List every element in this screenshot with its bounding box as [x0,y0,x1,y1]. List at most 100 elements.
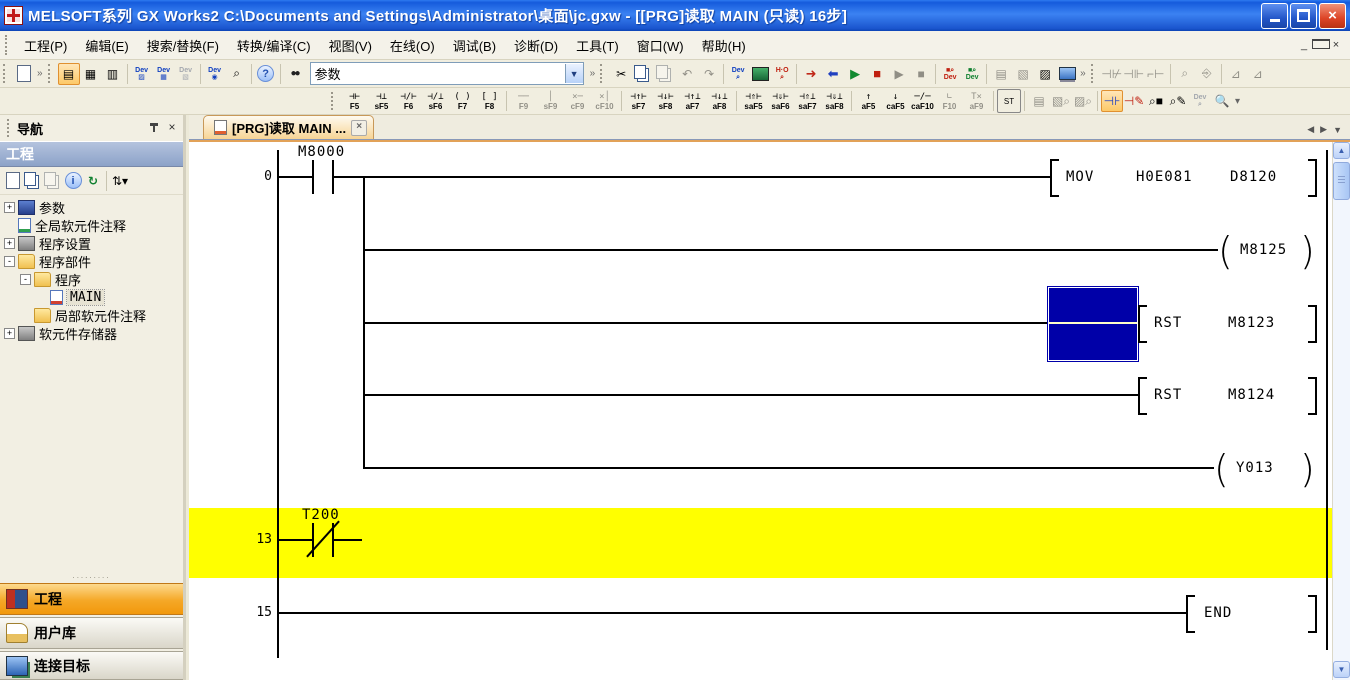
monitor-start-all-button[interactable]: ▶ [888,63,910,85]
invert-result-button[interactable]: ─/─caF10 [909,89,936,113]
function-block-selection-button[interactable]: ▦ [80,63,102,85]
closed-branch-button[interactable]: ⊣/⊥sF6 [422,89,449,113]
edit-vertical-line-button[interactable]: ⌕ [1174,63,1196,85]
monitor-start-button[interactable]: ▶ [844,63,866,85]
mdi-restore-button[interactable] [1312,39,1328,52]
device-test-write-button[interactable]: ■⌕Dev [939,63,961,85]
sort-dropdown-button[interactable]: ⇅▾ [110,171,130,191]
minimize-button[interactable] [1261,3,1288,29]
ladder-read-mode-button[interactable]: ⊣⊦ [1101,90,1123,112]
write-to-plc-button[interactable]: ➜ [800,63,822,85]
open-contact-button[interactable]: ⊣⊢F5 [341,89,368,113]
menu-debug[interactable]: 调试(B) [444,32,505,59]
statement-insert-button[interactable]: ▤ [990,63,1012,85]
new-item-button[interactable] [3,171,23,191]
read-from-plc-button[interactable]: ⬅ [822,63,844,85]
tab-scroll-left-icon[interactable]: ◀ [1307,124,1314,135]
menu-help[interactable]: 帮助(H) [693,32,755,59]
scroll-up-icon[interactable]: ▲ [1333,142,1350,159]
device-comment-find-button[interactable]: Dev⌕ [727,63,749,85]
output-window-button[interactable]: ▥ [102,63,124,85]
edit-line-insert-button[interactable]: ⊣⊬ [1101,63,1123,85]
invert-operation-falling-button[interactable]: ↓caF5 [882,89,909,113]
device-comment-button[interactable]: Dev▨ [131,63,153,85]
edit-line-delete-button[interactable]: ⊣⊩ [1123,63,1145,85]
horizontal-line-button[interactable]: ──F9 [510,89,537,113]
branch-line-button[interactable]: ∟F10 [936,89,963,113]
tree-item-device-memory[interactable]: + 软元件存储器 [0,324,183,342]
menu-edit[interactable]: 编辑(E) [76,32,137,59]
edit-note-button[interactable]: ▧⌕ [1050,90,1072,112]
application-instruction-button[interactable]: [ ]F8 [476,89,503,113]
menu-online[interactable]: 在线(O) [381,32,444,59]
property-button[interactable]: i [63,171,83,191]
tree-item-pou[interactable]: - 程序部件 [0,252,183,270]
copy-item-button[interactable] [23,171,43,191]
redo-button[interactable]: ↷ [698,63,720,85]
falling-pulse-close-branch-button[interactable]: ⊣⇓⊥saF8 [821,89,848,113]
monitor-mode-button[interactable]: ⌕■ [1145,90,1167,112]
open-branch-button[interactable]: ⊣⊥sF5 [368,89,395,113]
falling-pulse-close-button[interactable]: ⊣⇓⊢saF6 [767,89,794,113]
toolbar-overflow-chevron[interactable]: ▾ [1235,96,1240,107]
tree-item-local-comment[interactable]: 局部软元件注释 [0,306,183,324]
menu-diagnostics[interactable]: 诊断(D) [505,32,567,59]
falling-pulse-button[interactable]: ⊣↓⊢sF8 [652,89,679,113]
monitor-stop-all-button[interactable]: ■ [910,63,932,85]
edit-jump-button[interactable]: ⎆ [1196,63,1218,85]
expander-icon[interactable]: + [4,238,15,249]
device-display-button[interactable]: Dev⌕ [1189,90,1211,112]
navigation-window-toggle[interactable]: ▤ [58,63,80,85]
menu-view[interactable]: 视图(V) [320,32,381,59]
scroll-down-icon[interactable]: ▼ [1333,661,1350,678]
tree-item-program[interactable]: - 程序 [0,270,183,288]
connection-destination-view-button[interactable]: 连接目标 [0,651,183,680]
expander-icon[interactable]: + [4,328,15,339]
toolbar-overflow-chevron[interactable]: » [1080,68,1086,79]
mdi-close-button[interactable]: × [1328,39,1344,51]
help-button[interactable]: ? [255,63,277,85]
expander-icon[interactable]: - [20,274,31,285]
tab-close-icon[interactable]: × [351,120,367,136]
comment-edit-button[interactable]: ⊿ [1225,63,1247,85]
mdi-minimize-button[interactable]: _ [1296,39,1312,51]
device-memory-button[interactable]: Dev▦ [153,63,175,85]
rising-pulse-button[interactable]: ⊣↑⊢sF7 [625,89,652,113]
note-insert-button[interactable]: ▧ [1012,63,1034,85]
tab-main-program[interactable]: [PRG]读取 MAIN ... × [203,115,374,139]
search-keyword-combobox[interactable]: 参数 ▼ [310,62,584,85]
zoom-button[interactable]: 🔍 [1211,90,1233,112]
falling-pulse-branch-button[interactable]: ⊣↓⊥aF8 [706,89,733,113]
tree-item-global-comment[interactable]: 全局软元件注释 [0,216,183,234]
user-library-view-button[interactable]: 用户库 [0,617,183,649]
monitor-write-mode-button[interactable]: ⌕✎ [1167,90,1189,112]
tree-item-parameter[interactable]: + 参数 [0,198,183,216]
project-view-button[interactable]: 工程 [0,583,183,615]
delete-vertical-line-button[interactable]: ×│cF10 [591,89,618,113]
expander-icon[interactable]: + [4,202,15,213]
tree-item-program-setting[interactable]: + 程序设置 [0,234,183,252]
rising-pulse-close-button[interactable]: ⊣⇑⊢saF5 [740,89,767,113]
rising-pulse-close-branch-button[interactable]: ⊣⇑⊥saF7 [794,89,821,113]
new-project-button[interactable] [13,63,35,85]
edit-statement-button[interactable]: ▤ [1028,90,1050,112]
combobox-dropdown-arrow[interactable]: ▼ [565,64,583,83]
menu-compile[interactable]: 转换/编译(C) [228,32,320,59]
paste-button[interactable] [654,63,676,85]
delete-branch-button[interactable]: T×aF9 [963,89,990,113]
expander-icon[interactable]: - [4,256,15,267]
menu-find-replace[interactable]: 搜索/替换(F) [138,32,228,59]
ladder-write-mode-button[interactable]: ⊣✎ [1123,90,1145,112]
invert-operation-rising-button[interactable]: ↑aF5 [855,89,882,113]
scrollbar-thumb[interactable] [1333,162,1350,200]
menu-project[interactable]: 工程(P) [15,32,76,59]
note-edit-button[interactable]: ⊿ [1247,63,1269,85]
device-batch-button[interactable]: Dev▧ [175,63,197,85]
menu-tools[interactable]: 工具(T) [567,32,628,59]
undo-button[interactable]: ↶ [676,63,698,85]
monitor-stop-button[interactable]: ■ [866,63,888,85]
vertical-scrollbar[interactable]: ▲ ▼ [1332,142,1350,680]
device-find-dropdown[interactable]: ⌕ [226,63,248,85]
rising-pulse-branch-button[interactable]: ⊣↑⊥aF7 [679,89,706,113]
close-button[interactable]: × [1319,3,1346,29]
